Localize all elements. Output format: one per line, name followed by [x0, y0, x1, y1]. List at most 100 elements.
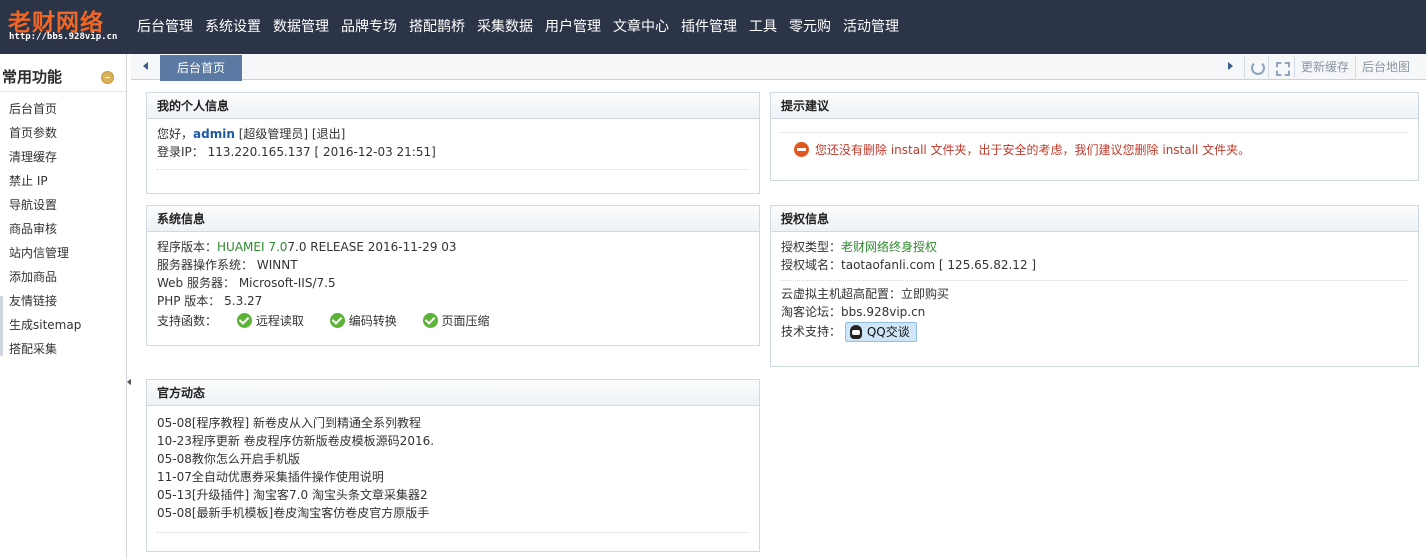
forum-link[interactable]: bbs.928vip.cn	[841, 305, 925, 319]
panel-title: 系统信息	[147, 206, 759, 232]
news-item[interactable]: 05-08[程序教程] 新卷皮从入门到精通全系列教程	[157, 414, 749, 432]
login-ip-line: 登录IP： 113.220.165.137 [ 2016-12-03 21:51…	[157, 143, 749, 161]
panel-body: 程序版本：HUAMEI 7.07.0 RELEASE 2016-11-29 03…	[147, 232, 759, 338]
sidebar-menu: 后台首页 首页参数 清理缓存 禁止 IP 导航设置 商品审核 站内信管理 添加商…	[0, 92, 126, 361]
sitemap-button[interactable]: 后台地图	[1355, 56, 1416, 78]
panel-body: 05-08[程序教程] 新卷皮从入门到精通全系列教程 10-23程序更新 卷皮程…	[147, 406, 759, 541]
func-label: 远程读取	[255, 314, 304, 328]
functions-label: 支持函数：	[157, 314, 218, 328]
nav-item-plugin-management[interactable]: 插件管理	[675, 0, 743, 54]
nav-item-activity-management[interactable]: 活动管理	[837, 0, 905, 54]
version-line: 程序版本：HUAMEI 7.07.0 RELEASE 2016-11-29 03	[157, 238, 749, 256]
greeting-line: 您好，admin [超级管理员] [退出]	[157, 125, 749, 143]
greeting-text: 您好，	[157, 127, 194, 141]
sidebar-item-messages[interactable]: 站内信管理	[0, 241, 126, 265]
license-panel: 授权信息 授权类型：老财网络终身授权 授权域名：taotaofanli.com …	[770, 205, 1419, 367]
nav-item-user-management[interactable]: 用户管理	[539, 0, 607, 54]
divider	[781, 280, 1408, 281]
main-content: 我的个人信息 您好，admin [超级管理员] [退出] 登录IP： 113.2…	[131, 81, 1426, 559]
func-compression: 页面压缩	[422, 312, 490, 330]
nav-item-backend[interactable]: 后台管理	[131, 0, 199, 54]
divider	[157, 169, 749, 170]
sidebar-item-ban-ip[interactable]: 禁止 IP	[0, 169, 126, 193]
sidebar-item-nav-settings[interactable]: 导航设置	[0, 193, 126, 217]
sidebar-item-clear-cache[interactable]: 清理缓存	[0, 145, 126, 169]
news-item[interactable]: 11-07全自动优惠券采集插件操作使用说明	[157, 468, 749, 486]
sidebar: 常用功能 后台首页 首页参数 清理缓存 禁止 IP 导航设置 商品审核 站内信管…	[0, 54, 127, 559]
logout-link[interactable]: [退出]	[312, 127, 345, 141]
nav-item-data-management[interactable]: 数据管理	[267, 0, 335, 54]
panel-title: 官方动态	[147, 380, 759, 406]
news-link[interactable]: 05-08[程序教程] 新卷皮从入门到精通全系列教程	[157, 416, 421, 430]
version-detail: 7.0 RELEASE 2016-11-29 03	[287, 240, 457, 254]
sidebar-item-add-product[interactable]: 添加商品	[0, 265, 126, 289]
license-domain-line: 授权域名：taotaofanli.com [ 125.65.82.12 ]	[781, 256, 1408, 274]
divider	[157, 532, 749, 533]
news-link[interactable]: 05-08教你怎么开启手机版	[157, 452, 300, 466]
advice-message: 您还没有删除 install 文件夹，出于安全的考虑，我们建议您删除 insta…	[815, 143, 1251, 157]
check-icon	[422, 313, 438, 328]
nav-item-brand-special[interactable]: 品牌专场	[335, 0, 403, 54]
fullscreen-icon[interactable]	[1268, 56, 1294, 78]
os-value: WINNT	[256, 258, 298, 272]
advice-message-line: 您还没有删除 install 文件夹，出于安全的考虑，我们建议您删除 insta…	[781, 141, 1408, 159]
tab-home[interactable]: 后台首页	[160, 55, 242, 81]
tab-prev-arrow-icon[interactable]	[143, 62, 148, 70]
sidebar-item-sitemap[interactable]: 生成sitemap	[0, 313, 126, 337]
news-link[interactable]: 05-08[最新手机模板]卷皮淘宝客仿卷皮官方原版手	[157, 506, 429, 520]
news-link[interactable]: 05-13[升级插件] 淘宝客7.0 淘宝头条文章采集器2	[157, 488, 428, 502]
system-info-panel: 系统信息 程序版本：HUAMEI 7.07.0 RELEASE 2016-11-…	[146, 205, 760, 346]
cloud-host-label: 云虚拟主机超高配置：	[781, 287, 902, 301]
nav-item-system-settings[interactable]: 系统设置	[199, 0, 267, 54]
panel-title: 授权信息	[771, 206, 1418, 232]
panel-title: 我的个人信息	[147, 93, 759, 119]
nav-item-article-center[interactable]: 文章中心	[607, 0, 675, 54]
news-item[interactable]: 05-13[升级插件] 淘宝客7.0 淘宝头条文章采集器2	[157, 486, 749, 504]
web-server-value: Microsoft-IIS/7.5	[238, 276, 336, 290]
collapse-icon[interactable]	[101, 71, 114, 84]
sidebar-item-home[interactable]: 后台首页	[0, 97, 126, 121]
version-name: HUAMEI 7.0	[217, 240, 288, 254]
news-link[interactable]: 10-23程序更新 卷皮程序仿新版卷皮模板源码2016.	[157, 434, 434, 448]
web-server-label: Web 服务器：	[157, 276, 235, 290]
panel-body: 您好，admin [超级管理员] [退出] 登录IP： 113.220.165.…	[147, 119, 759, 178]
sidebar-item-matching-collect[interactable]: 搭配采集	[0, 337, 126, 361]
sidebar-item-product-review[interactable]: 商品审核	[0, 217, 126, 241]
php-line: PHP 版本： 5.3.27	[157, 292, 749, 310]
nav-item-tools[interactable]: 工具	[743, 0, 783, 54]
nav-item-matching[interactable]: 搭配鹊桥	[403, 0, 471, 54]
sidebar-item-friend-links[interactable]: 友情链接	[0, 289, 126, 313]
func-label: 编码转换	[348, 314, 397, 328]
panel-title: 提示建议	[771, 93, 1418, 119]
func-label: 页面压缩	[441, 314, 490, 328]
buy-now-link[interactable]: 立即购买	[901, 287, 949, 301]
refresh-icon[interactable]	[1244, 56, 1268, 78]
check-icon	[329, 313, 345, 328]
news-item[interactable]: 10-23程序更新 卷皮程序仿新版卷皮模板源码2016.	[157, 432, 749, 450]
logo-url: http://bbs.928vip.cn	[9, 32, 118, 42]
forum-line: 淘客论坛：bbs.928vip.cn	[781, 303, 1408, 321]
news-link[interactable]: 11-07全自动优惠券采集插件操作使用说明	[157, 470, 384, 484]
forum-label: 淘客论坛：	[781, 305, 842, 319]
sidebar-title: 常用功能	[2, 68, 63, 86]
support-label: 技术支持：	[781, 324, 842, 339]
qq-chat-label: QQ交谈	[866, 325, 910, 339]
nav-item-zero-purchase[interactable]: 零元购	[783, 0, 837, 54]
logo[interactable]: 老财网络 http://bbs.928vip.cn	[0, 0, 130, 54]
license-type-label: 授权类型：	[781, 240, 842, 254]
username: admin	[193, 127, 235, 141]
check-icon	[236, 313, 252, 328]
tab-next-arrow-icon[interactable]	[1228, 62, 1233, 70]
sidebar-scroll-indicator	[0, 296, 3, 356]
warning-icon	[794, 142, 809, 157]
news-item[interactable]: 05-08教你怎么开启手机版	[157, 450, 749, 468]
refresh-cache-button[interactable]: 更新缓存	[1294, 56, 1355, 78]
nav-item-collect-data[interactable]: 采集数据	[471, 0, 539, 54]
sidebar-item-home-params[interactable]: 首页参数	[0, 121, 126, 145]
news-item[interactable]: 05-08[最新手机模板]卷皮淘宝客仿卷皮官方原版手	[157, 504, 749, 522]
top-bar: 老财网络 http://bbs.928vip.cn 后台管理 系统设置 数据管理…	[0, 0, 1426, 54]
os-line: 服务器操作系统： WINNT	[157, 256, 749, 274]
login-ip-label: 登录IP：	[157, 145, 204, 159]
qq-chat-button[interactable]: QQ交谈	[844, 322, 917, 342]
sidebar-header: 常用功能	[0, 54, 126, 92]
